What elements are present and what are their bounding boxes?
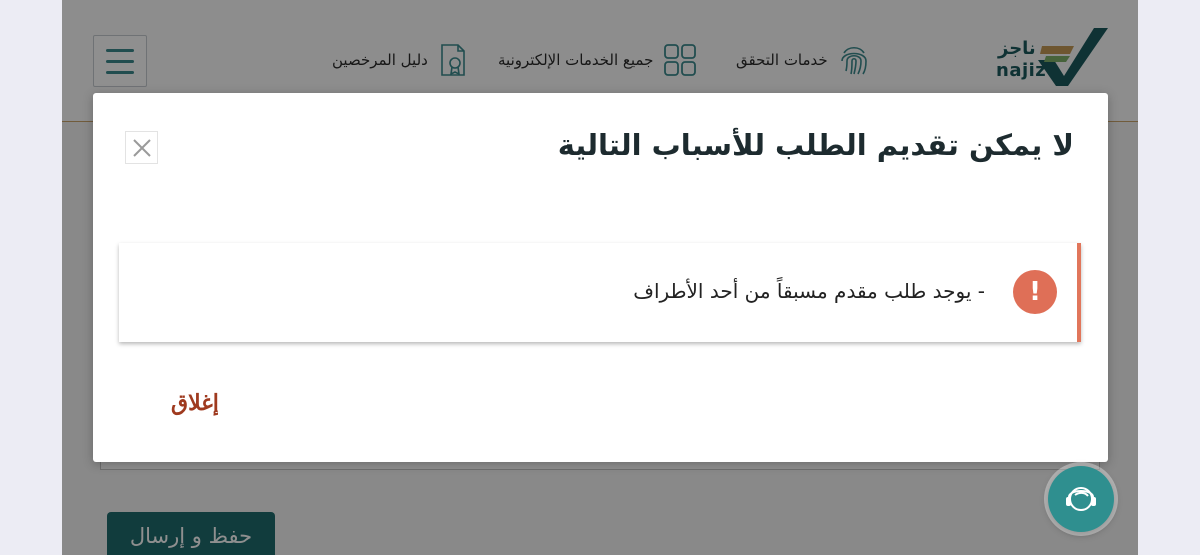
exclamation-icon: ! xyxy=(1013,270,1057,314)
support-chat-button[interactable] xyxy=(1048,466,1114,532)
close-icon xyxy=(132,138,151,157)
viewport-margin-left-cover xyxy=(0,0,62,555)
close-button[interactable] xyxy=(125,131,158,164)
dismiss-button[interactable]: إغلاق xyxy=(171,390,219,416)
error-dialog: لا يمكن تقديم الطلب للأسباب التالية ! - … xyxy=(93,93,1108,462)
alert-message-box: ! - يوجد طلب مقدم مسبقاً من أحد الأطراف xyxy=(119,243,1081,342)
support-agent-icon xyxy=(1066,487,1096,511)
dialog-title: لا يمكن تقديم الطلب للأسباب التالية xyxy=(557,128,1074,162)
viewport-margin-right-cover xyxy=(1138,0,1200,555)
alert-text: - يوجد طلب مقدم مسبقاً من أحد الأطراف xyxy=(633,279,985,303)
